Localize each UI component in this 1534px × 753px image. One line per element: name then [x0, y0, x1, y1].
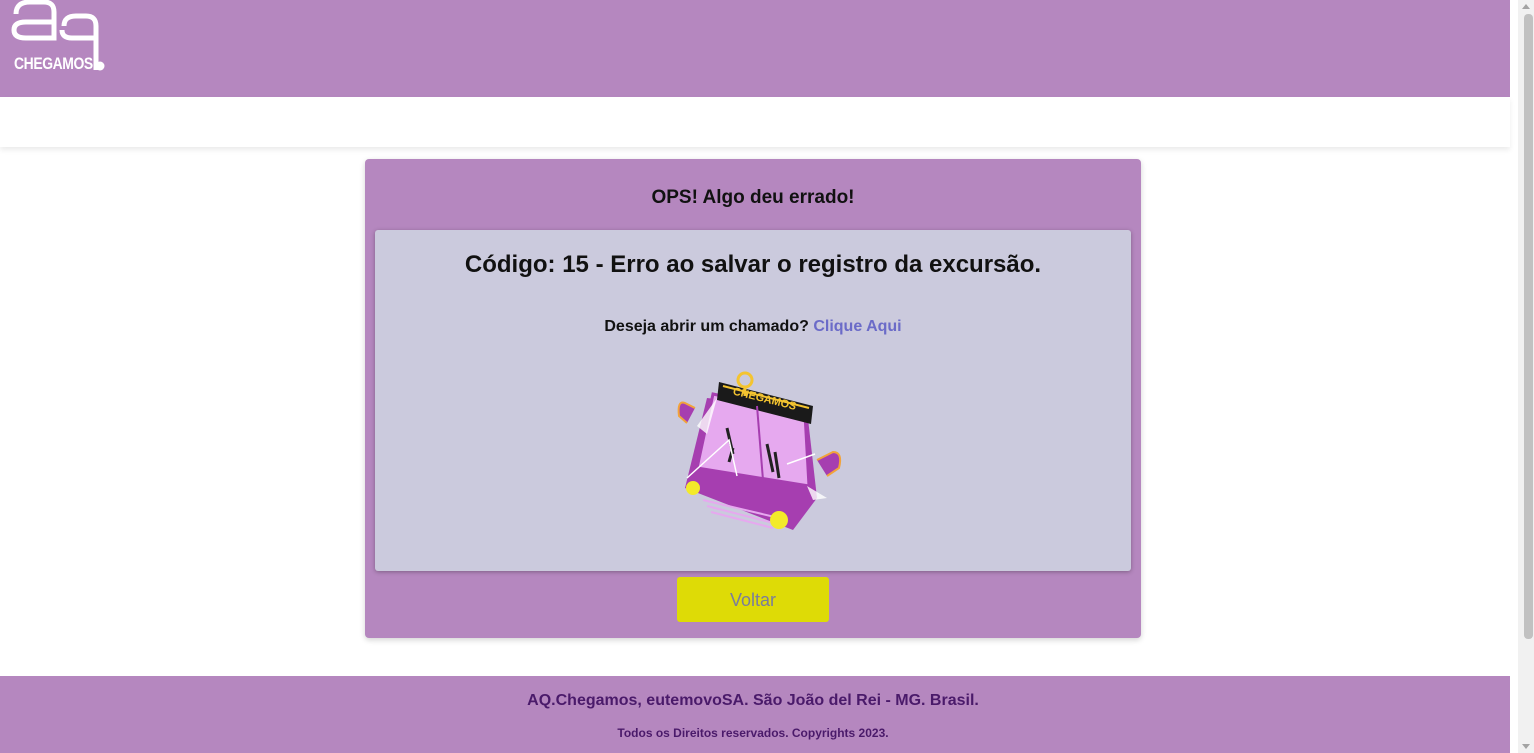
footer-copyright: Todos os Direitos reservados. Copyrights… — [617, 726, 889, 740]
open-ticket-prompt: Deseja abrir um chamado? Clique Aqui — [375, 318, 1131, 336]
site-footer: AQ.Chegamos, eutemovoSA. São João del Re… — [0, 676, 1510, 753]
footer-company-info: AQ.Chegamos, eutemovoSA. São João del Re… — [527, 692, 979, 709]
open-ticket-link[interactable]: Clique Aqui — [813, 318, 901, 335]
site-logo[interactable]: CHEGAMOS — [6, 0, 108, 76]
scrollbar-thumb[interactable] — [1524, 14, 1533, 639]
scroll-up-icon[interactable] — [1522, 4, 1530, 9]
broken-bus-icon: CHEGAMOS — [677, 371, 842, 530]
error-title: OPS! Algo deu errado! — [651, 187, 855, 208]
error-card: OPS! Algo deu errado! Código: 15 - Erro … — [365, 159, 1141, 638]
open-ticket-text: Deseja abrir um chamado? — [604, 318, 809, 335]
scroll-down-icon[interactable] — [1522, 744, 1530, 749]
back-button[interactable]: Voltar — [677, 577, 829, 622]
top-header: CHEGAMOS — [0, 0, 1510, 97]
logo-text: CHEGAMOS — [14, 54, 93, 73]
error-code-message: Código: 15 - Erro ao salvar o registro d… — [464, 251, 1042, 278]
secondary-nav-bar — [0, 97, 1510, 147]
error-details-panel: Código: 15 - Erro ao salvar o registro d… — [375, 230, 1131, 571]
